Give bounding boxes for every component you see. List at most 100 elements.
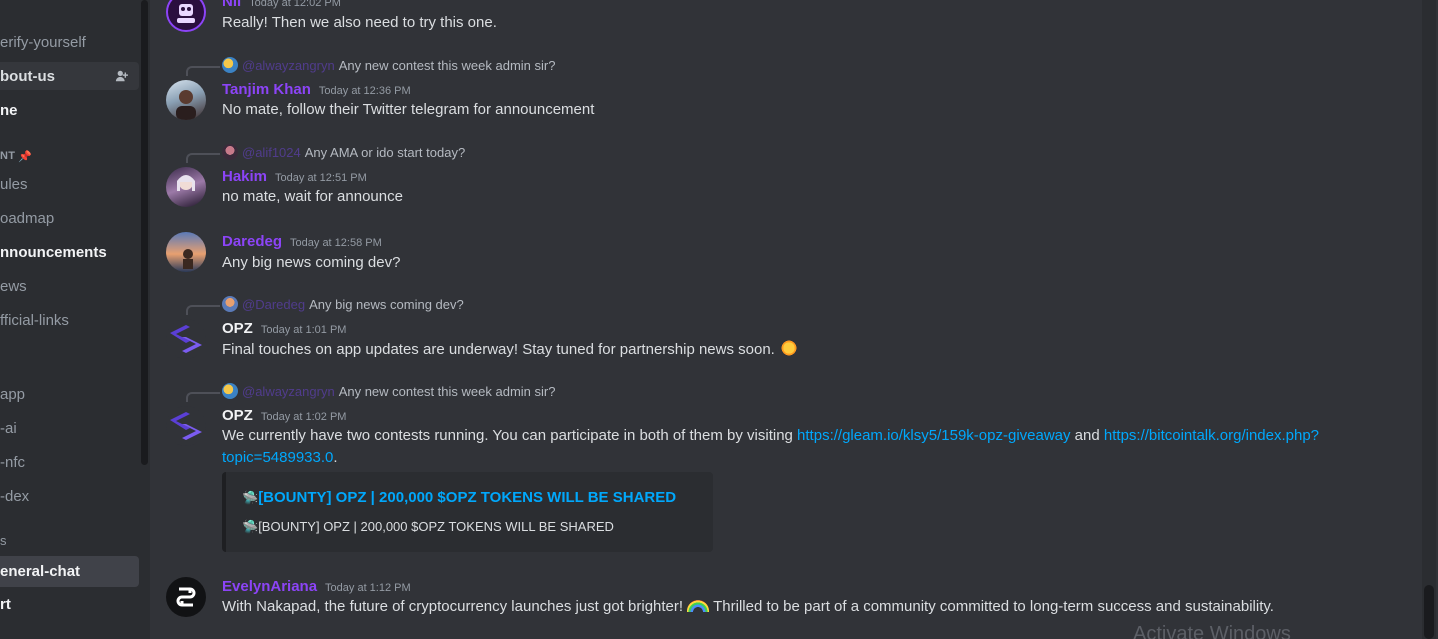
reply-connector — [186, 153, 220, 163]
link-embed: 🛸[BOUNTY] OPZ | 200,000 $OPZ TOKENS WILL… — [222, 472, 713, 552]
channel-label: ne — [0, 101, 18, 119]
channel-label: eneral-chat — [0, 563, 81, 580]
username[interactable]: EvelynAriana Today at 1:12 PM — [222, 578, 411, 595]
channel-rt[interactable]: rt — [0, 590, 139, 618]
reply-mention: @Daredeg — [242, 296, 306, 312]
bitcointalk-link-cont[interactable]: topic=5489933.0 — [222, 449, 333, 466]
reply-text: Any big news coming dev? — [309, 296, 464, 312]
avatar[interactable] — [166, 577, 206, 617]
reply-preview[interactable]: @alif1024 Any AMA or ido start today? — [222, 144, 465, 160]
channel-roadmap[interactable]: oadmap — [0, 204, 139, 232]
chat-scrollbar-thumb[interactable] — [1424, 585, 1434, 639]
category-header[interactable]: s — [0, 532, 7, 548]
username-text: OPZ — [222, 407, 253, 424]
channel-rules[interactable]: ules — [0, 170, 139, 198]
timestamp: Today at 1:12 PM — [325, 582, 411, 594]
category-header[interactable]: NT 📌 — [0, 148, 32, 164]
message-text: no mate, wait for announce — [222, 188, 403, 205]
person-avatar-icon — [183, 249, 193, 269]
message-text: Any big news coming dev? — [222, 254, 401, 271]
channel-news[interactable]: ews — [0, 272, 139, 300]
reply-connector — [186, 66, 220, 76]
reply-text: Any new contest this week admin sir? — [338, 57, 556, 73]
channel-label: fficial-links — [0, 311, 69, 329]
username-text: Nil — [222, 0, 242, 10]
reply-avatar — [222, 144, 238, 160]
reply-preview[interactable]: @alwayzangryn Any new contest this week … — [222, 57, 555, 73]
reply-text: Any new contest this week admin sir? — [338, 383, 556, 399]
channel-label: ews — [0, 277, 27, 295]
channel-verify-yourself[interactable]: erify-yourself — [0, 28, 139, 56]
ufo-emoji-icon: 🛸 — [242, 490, 259, 505]
username-text: Daredeg — [222, 233, 283, 250]
avatar[interactable] — [166, 406, 206, 446]
avatar[interactable] — [166, 0, 206, 32]
channel-label: nnouncements — [0, 243, 107, 261]
sidebar-scrollbar[interactable] — [141, 0, 148, 465]
channel-general-chat[interactable]: eneral-chat — [0, 556, 139, 587]
channel-label: -dex — [0, 487, 30, 505]
username[interactable]: Daredeg Today at 12:58 PM — [222, 233, 382, 250]
username[interactable]: Tanjim Khan Today at 12:36 PM — [222, 81, 411, 98]
channel-nfc[interactable]: -nfc — [0, 448, 139, 476]
username[interactable]: Nil Today at 12:02 PM — [222, 0, 341, 10]
robot-avatar-icon — [177, 4, 195, 23]
reply-text: Any AMA or ido start today? — [304, 144, 466, 160]
pushpin-icon: 📌 — [18, 150, 33, 163]
message-text: With Nakapad, the future of cryptocurren… — [222, 596, 1274, 618]
avatar[interactable] — [166, 167, 206, 207]
timestamp: Today at 12:36 PM — [318, 85, 411, 97]
reply-avatar — [222, 57, 238, 73]
timestamp: Today at 1:02 PM — [260, 411, 347, 423]
reply-avatar — [222, 296, 238, 312]
chat-scrollbar-track[interactable] — [1422, 0, 1436, 639]
channel-dex[interactable]: -dex — [0, 482, 139, 510]
timestamp: Today at 12:02 PM — [249, 0, 341, 9]
message-text-body: . — [333, 449, 338, 466]
category-label: NT — [0, 150, 16, 162]
channel-label: rt — [0, 595, 11, 613]
reply-mention: @alwayzangryn — [242, 383, 335, 399]
username-text: Tanjim Khan — [222, 81, 311, 98]
message-list: Nil Today at 12:02 PM Really! Then we als… — [150, 0, 1438, 639]
username[interactable]: Hakim Today at 12:51 PM — [222, 168, 367, 185]
reply-connector — [186, 305, 220, 315]
channel-app[interactable]: app — [0, 380, 139, 408]
person-avatar-icon — [177, 175, 195, 191]
message-text-body: and — [1070, 427, 1104, 444]
opz-logo-icon — [170, 412, 202, 440]
username[interactable]: OPZ Today at 1:02 PM — [222, 407, 346, 424]
channel-label: -ai — [0, 419, 17, 437]
reply-mention: @alif1024 — [242, 144, 301, 160]
embed-description-text: [BOUNTY] OPZ | 200,000 $OPZ TOKENS WILL … — [258, 519, 614, 534]
reply-preview[interactable]: @alwayzangryn Any new contest this week … — [222, 383, 555, 399]
channel-label: erify-yourself — [0, 33, 86, 51]
channel-official-links[interactable]: fficial-links — [0, 306, 139, 334]
channel-ne[interactable]: ne — [0, 96, 139, 124]
gleam-link[interactable]: https://gleam.io/klsy5/159k-opz-giveaway — [797, 427, 1070, 444]
add-member-icon[interactable] — [115, 69, 129, 83]
channel-label: app — [0, 385, 26, 403]
reply-preview[interactable]: @Daredeg Any big news coming dev? — [222, 296, 464, 312]
opz-logo-icon — [170, 325, 202, 353]
bitcointalk-link[interactable]: https://bitcointalk.org/index.php? — [1104, 427, 1319, 444]
avatar[interactable] — [166, 232, 206, 272]
avatar[interactable] — [166, 80, 206, 120]
timestamp: Today at 1:01 PM — [260, 324, 347, 336]
channel-sidebar: erify-yourself bout-us ne NT 📌 ules oadma… — [0, 0, 140, 639]
message-text: topic=5489933.0. — [222, 447, 338, 469]
person-avatar-icon — [176, 90, 196, 120]
avatar[interactable] — [166, 319, 206, 359]
message-text-body: With Nakapad, the future of cryptocurren… — [222, 598, 688, 615]
timestamp: Today at 12:58 PM — [290, 237, 382, 249]
channel-about-us[interactable]: bout-us — [0, 62, 139, 90]
message-text-body: Final touches on app updates are underwa… — [222, 341, 775, 358]
embed-title[interactable]: 🛸[BOUNTY] OPZ | 200,000 $OPZ TOKENS WILL… — [242, 489, 676, 506]
reply-avatar — [222, 383, 238, 399]
username[interactable]: OPZ Today at 1:01 PM — [222, 320, 346, 337]
embed-title-text: [BOUNTY] OPZ | 200,000 $OPZ TOKENS WILL … — [258, 489, 677, 506]
channel-ai[interactable]: -ai — [0, 414, 139, 442]
channel-announcements[interactable]: nnouncements — [0, 238, 139, 266]
message-text-body: Thrilled to be part of a community commi… — [709, 598, 1274, 615]
message-text-body: We currently have two contests running. … — [222, 427, 798, 444]
